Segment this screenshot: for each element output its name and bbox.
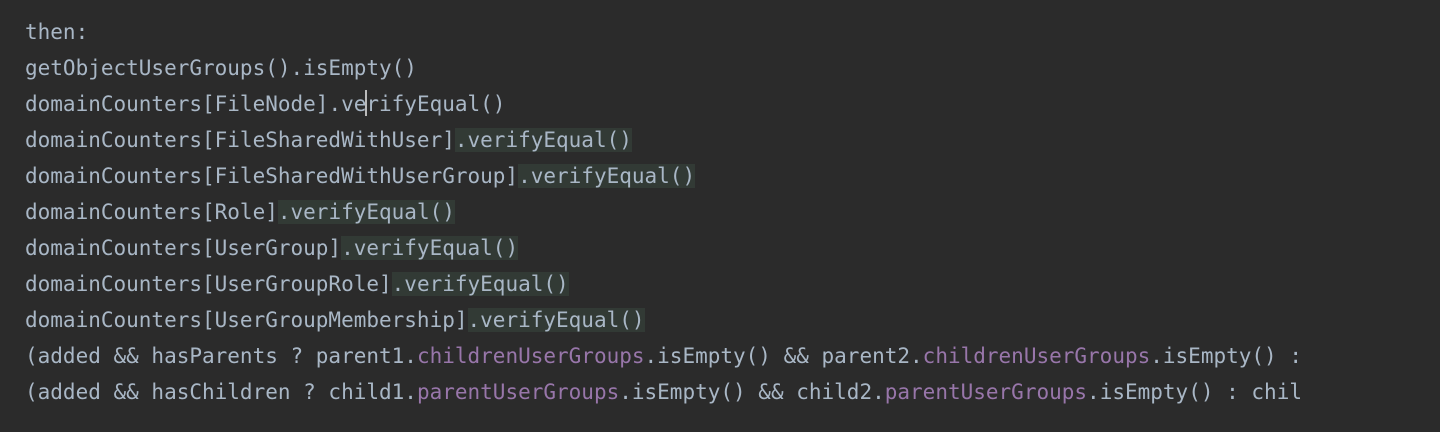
code-token: .isEmpty() && parent2. <box>644 344 923 368</box>
code-token: getObjectUserGroups().isEmpty() <box>25 56 417 80</box>
field-token: childrenUserGroups <box>416 344 645 368</box>
highlighted-usage-token: .verifyEqual() <box>341 236 519 260</box>
code-token: .ve <box>328 92 367 116</box>
highlighted-usage-token: .verifyEqual() <box>454 128 632 152</box>
code-token: .isEmpty() : <box>1150 344 1302 368</box>
code-token: domainCounters[FileSharedWithUserGroup] <box>25 164 519 188</box>
highlighted-usage-token: .verifyEqual() <box>467 308 645 332</box>
code-token: domainCounters[UserGroupMembership] <box>25 308 468 332</box>
code-line[interactable]: then: <box>25 14 1440 50</box>
code-token: .isEmpty() : chil <box>1087 380 1302 404</box>
code-token: (added && hasParents ? parent1. <box>25 344 417 368</box>
code-line[interactable]: getObjectUserGroups().isEmpty() <box>25 50 1440 86</box>
code-line[interactable]: (added && hasParents ? parent1.childrenU… <box>25 338 1440 374</box>
code-token: domainCounters[UserGroupRole] <box>25 272 392 296</box>
code-token: domainCounters[FileNode] <box>25 92 329 116</box>
code-token: .isEmpty() && child2. <box>619 380 885 404</box>
highlighted-usage-token: .verifyEqual() <box>518 164 696 188</box>
code-line[interactable]: domainCounters[FileSharedWithUserGroup].… <box>25 158 1440 194</box>
field-token: parentUserGroups <box>884 380 1088 404</box>
code-line[interactable]: domainCounters[UserGroupRole].verifyEqua… <box>25 266 1440 302</box>
code-line[interactable]: (added && hasChildren ? child1.parentUse… <box>25 374 1440 410</box>
code-editor[interactable]: then: getObjectUserGroups().isEmpty() doma… <box>0 0 1440 432</box>
highlighted-usage-token: .verifyEqual() <box>277 200 455 224</box>
field-token: childrenUserGroups <box>922 344 1151 368</box>
code-token: (added && hasChildren ? child1. <box>25 380 417 404</box>
code-token: domainCounters[FileSharedWithUser] <box>25 128 455 152</box>
code-line[interactable]: domainCounters[Role].verifyEqual() <box>25 194 1440 230</box>
code-line[interactable]: domainCounters[UserGroupMembership].veri… <box>25 302 1440 338</box>
code-token: domainCounters[UserGroup] <box>25 236 342 260</box>
code-token: then: <box>25 20 89 44</box>
field-token: parentUserGroups <box>416 380 620 404</box>
code-line[interactable]: domainCounters[FileNode].verifyEqual() <box>25 86 1440 122</box>
highlighted-usage-token: .verifyEqual() <box>391 272 569 296</box>
code-token: domainCounters[Role] <box>25 200 278 224</box>
code-token: rifyEqual() <box>366 92 506 116</box>
code-line[interactable]: domainCounters[FileSharedWithUser].verif… <box>25 122 1440 158</box>
code-line[interactable]: domainCounters[UserGroup].verifyEqual() <box>25 230 1440 266</box>
code-area[interactable]: then: getObjectUserGroups().isEmpty() doma… <box>25 14 1440 410</box>
